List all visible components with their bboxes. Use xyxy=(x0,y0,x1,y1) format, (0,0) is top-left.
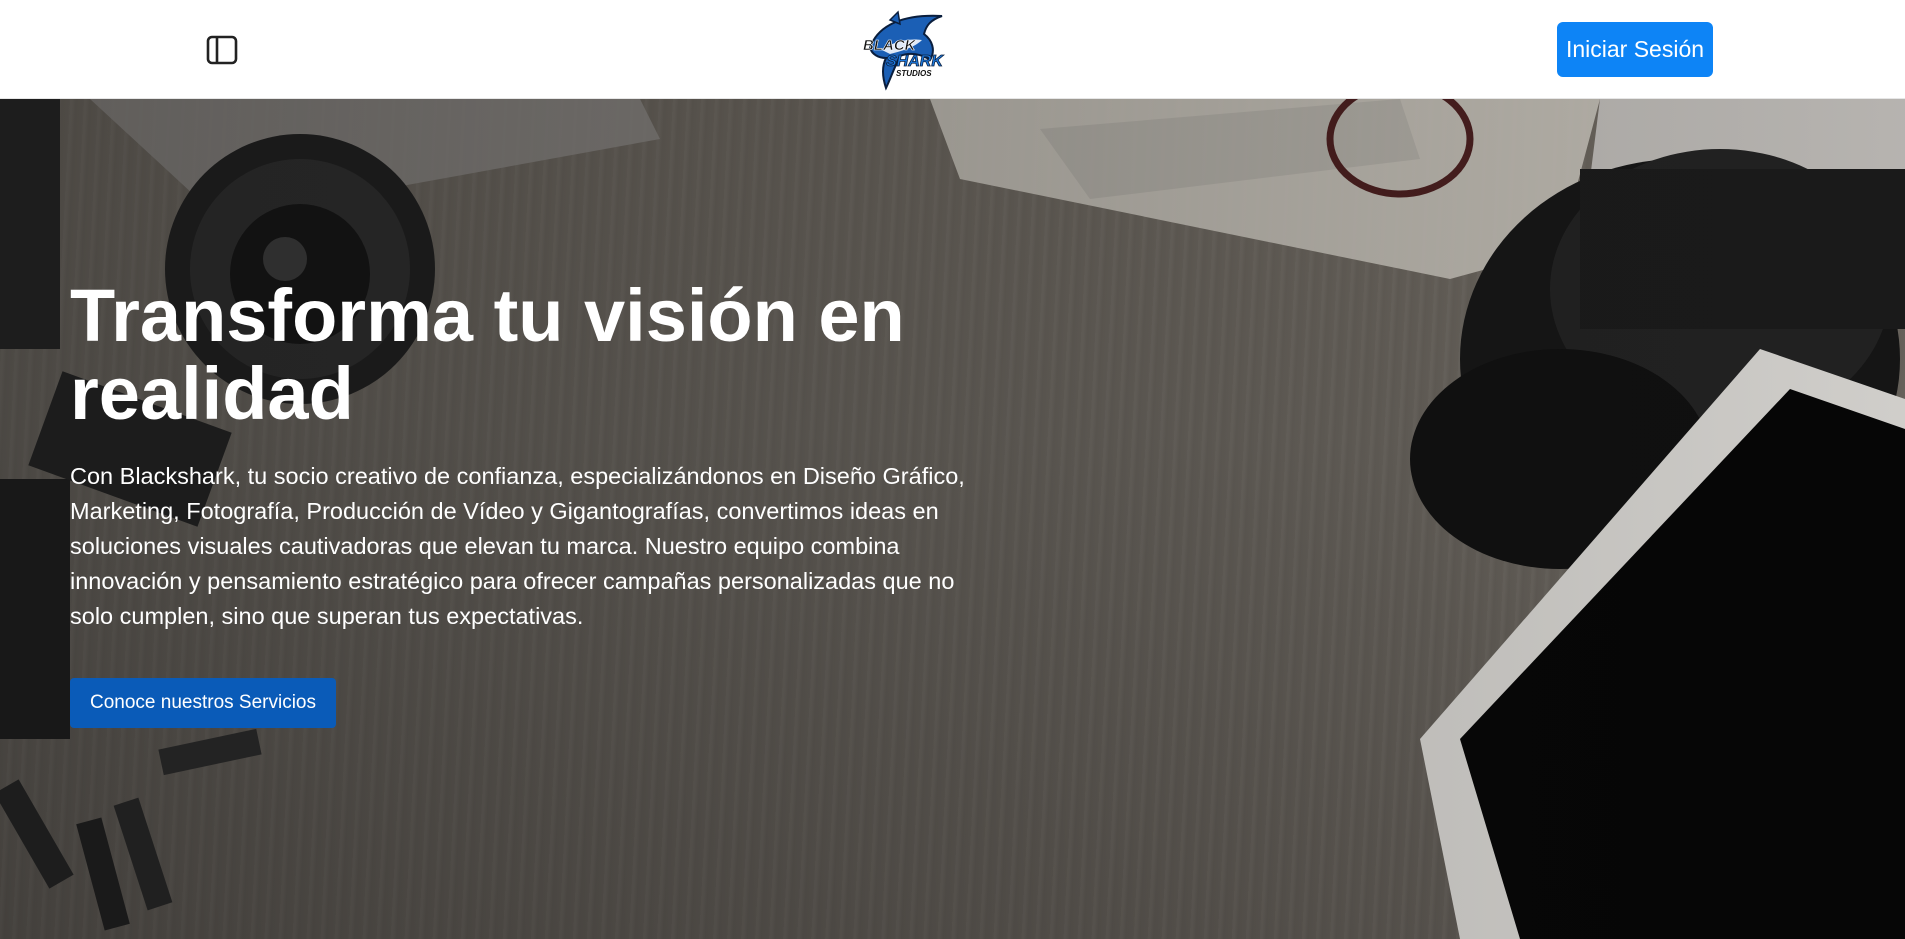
hero-description: Con Blackshark, tu socio creativo de con… xyxy=(70,463,965,629)
svg-text:STUDIOS: STUDIOS xyxy=(896,69,932,78)
blackshark-logo[interactable]: BLACK SHARK STUDIOS xyxy=(860,10,950,92)
hero-title: Transforma tu visión en realidad xyxy=(70,274,905,435)
hero-content: Transforma tu visión en realidad Con Bla… xyxy=(70,277,1020,728)
svg-text:BLACK: BLACK xyxy=(863,37,917,54)
sidebar-toggle-button[interactable] xyxy=(205,33,239,67)
login-button[interactable]: Iniciar Sesión xyxy=(1557,22,1713,77)
shark-logo-icon: BLACK SHARK STUDIOS xyxy=(863,10,945,91)
top-navbar: BLACK SHARK STUDIOS Iniciar Sesión xyxy=(0,0,1905,99)
sidebar-panel-icon xyxy=(206,35,238,65)
svg-text:SHARK: SHARK xyxy=(886,53,944,70)
services-cta-button[interactable]: Conoce nuestros Servicios xyxy=(70,678,336,728)
hero-section: Transforma tu visión en realidad Con Bla… xyxy=(0,99,1905,939)
